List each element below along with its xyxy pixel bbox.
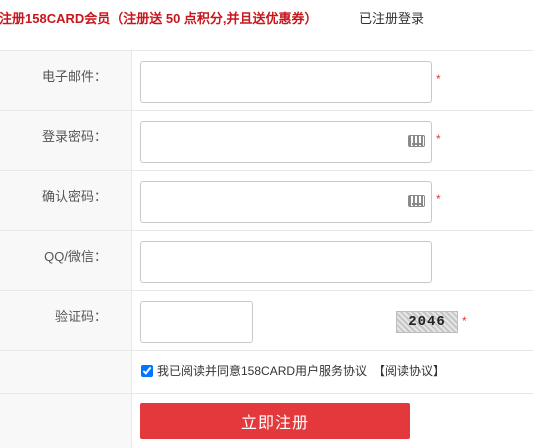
captcha-label: 验证码： <box>0 291 132 350</box>
qq-field-wrap <box>140 241 432 283</box>
required-mark: * <box>436 192 441 206</box>
password-row: 登录密码： * <box>0 110 533 170</box>
registration-form: 电子邮件： * 登录密码： * 确认密码： * QQ/微信： 验证码： 2046 <box>0 50 533 448</box>
required-mark: * <box>436 72 441 86</box>
captcha-field-wrap: 2046 * <box>140 301 467 343</box>
confirm-password-row: 确认密码： * <box>0 170 533 230</box>
keyboard-icon[interactable] <box>408 135 425 147</box>
email-row: 电子邮件： * <box>0 50 533 110</box>
qq-field[interactable] <box>140 241 432 283</box>
password-label: 登录密码： <box>0 111 132 170</box>
captcha-field[interactable] <box>140 301 253 343</box>
email-field-wrap <box>140 61 432 103</box>
password-field-wrap <box>140 121 432 163</box>
page-title: 注册158CARD会员（注册送 50 点积分,并且送优惠券） <box>0 11 318 26</box>
agreement: 我已阅读并同意158CARD用户服务协议 【阅读协议】 <box>141 362 445 379</box>
captcha-image[interactable]: 2046 <box>396 311 458 333</box>
agree-text: 我已阅读并同意158CARD用户服务协议 <box>157 364 368 378</box>
required-mark: * <box>436 132 441 146</box>
email-field[interactable] <box>140 61 432 103</box>
page-header: 注册158CARD会员（注册送 50 点积分,并且送优惠券） 已注册登录 <box>0 0 533 34</box>
agreement-label-cell <box>0 351 132 393</box>
agreement-row: 我已阅读并同意158CARD用户服务协议 【阅读协议】 <box>0 350 533 393</box>
password-field[interactable] <box>140 121 432 163</box>
agree-checkbox[interactable] <box>141 365 153 377</box>
email-label: 电子邮件： <box>0 51 132 110</box>
read-agreement-link[interactable]: 【阅读协议】 <box>373 364 445 378</box>
keyboard-icon[interactable] <box>408 195 425 207</box>
required-mark: * <box>462 314 467 328</box>
confirm-password-field[interactable] <box>140 181 432 223</box>
confirm-password-label: 确认密码： <box>0 171 132 230</box>
submit-row: 立即注册 <box>0 393 533 448</box>
confirm-password-field-wrap <box>140 181 432 223</box>
qq-row: QQ/微信： <box>0 230 533 290</box>
qq-label: QQ/微信： <box>0 231 132 290</box>
captcha-row: 验证码： 2046 * <box>0 290 533 350</box>
login-link[interactable]: 已注册登录 <box>359 8 424 27</box>
register-button[interactable]: 立即注册 <box>140 403 410 439</box>
submit-label-cell <box>0 394 132 448</box>
